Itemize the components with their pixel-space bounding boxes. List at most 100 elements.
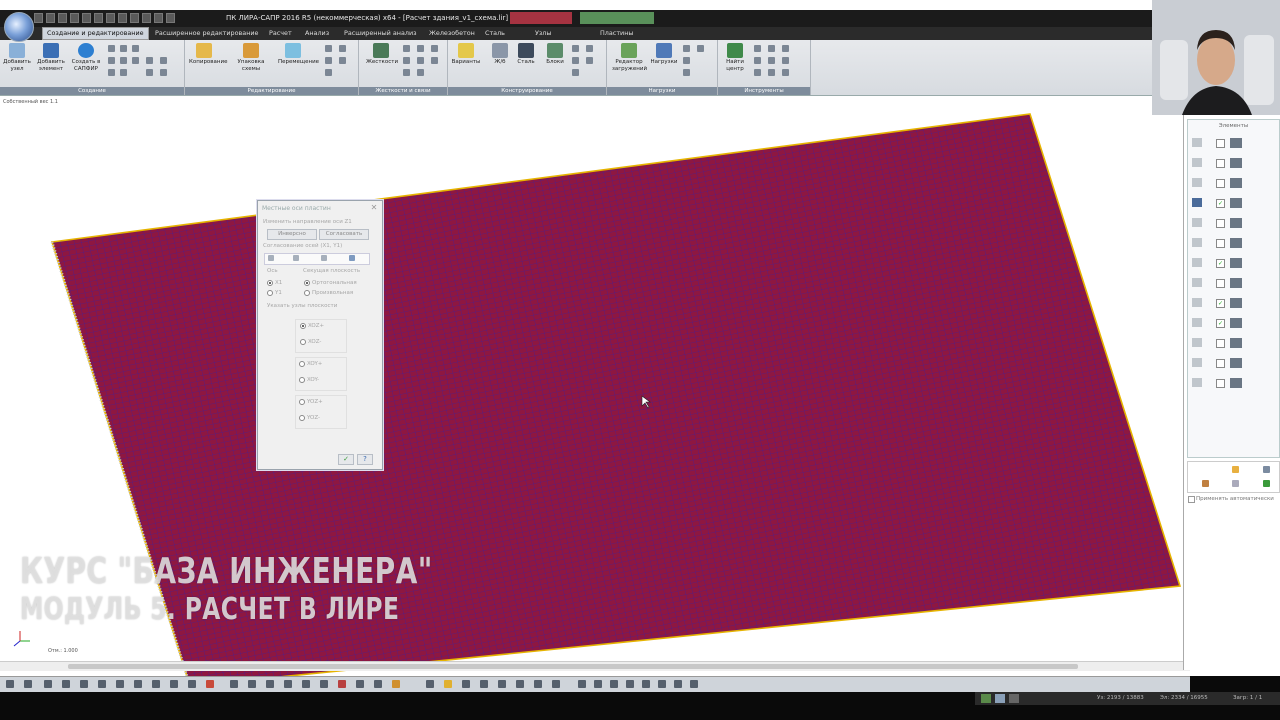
close-icon[interactable]: ✕ xyxy=(369,203,379,213)
layers-icon[interactable] xyxy=(130,13,139,23)
tool-icon[interactable] xyxy=(356,680,364,688)
help-button[interactable]: ? xyxy=(357,454,373,465)
small-tool-icon[interactable] xyxy=(586,57,593,64)
tab-calculation[interactable]: Расчет xyxy=(265,27,296,40)
view-icon[interactable] xyxy=(118,13,127,23)
select-icon[interactable] xyxy=(98,680,106,688)
radio-axis-x1[interactable] xyxy=(267,280,273,286)
move-button[interactable]: Перемещение xyxy=(278,43,319,66)
small-tool-icon[interactable] xyxy=(132,45,139,52)
small-tool-icon[interactable] xyxy=(339,45,346,52)
small-tool-icon[interactable] xyxy=(572,45,579,52)
scroll-thumb[interactable] xyxy=(68,664,1078,669)
print-icon[interactable] xyxy=(94,13,103,23)
small-tool-icon[interactable] xyxy=(108,57,115,64)
tool-icon[interactable] xyxy=(534,680,542,688)
add-node-button[interactable]: Добавить узел xyxy=(2,43,32,73)
filter-checkbox[interactable] xyxy=(1216,339,1225,348)
small-tool-icon[interactable] xyxy=(132,57,139,64)
bar-icon[interactable] xyxy=(1192,158,1202,167)
view-mode-icon[interactable] xyxy=(674,680,682,688)
grid-icon[interactable] xyxy=(44,680,52,688)
open-file-icon[interactable] xyxy=(46,13,55,23)
view-mode-icon[interactable] xyxy=(642,680,650,688)
new-file-icon[interactable] xyxy=(34,13,43,23)
small-tool-icon[interactable] xyxy=(697,45,704,52)
apply-button[interactable]: ✓ xyxy=(338,454,354,465)
more-icon[interactable] xyxy=(166,13,175,23)
small-tool-icon[interactable] xyxy=(417,45,424,52)
highlight-icon[interactable] xyxy=(206,680,214,688)
node-icon[interactable] xyxy=(116,680,124,688)
tools-icon[interactable] xyxy=(142,13,151,23)
horizontal-scrollbar[interactable] xyxy=(0,661,1190,671)
tool-icon[interactable] xyxy=(374,680,382,688)
filter-checkbox[interactable] xyxy=(1216,279,1225,288)
small-tool-icon[interactable] xyxy=(782,45,789,52)
tool-icon[interactable] xyxy=(444,680,452,688)
filter-checkbox[interactable]: ✓ xyxy=(1216,319,1225,328)
small-tool-icon[interactable] xyxy=(120,57,127,64)
small-tool-icon[interactable] xyxy=(431,57,438,64)
filter-icon[interactable] xyxy=(1232,480,1239,487)
tool-icon[interactable] xyxy=(284,680,292,688)
filter-checkbox[interactable]: ✓ xyxy=(1216,259,1225,268)
arrow-tool-icon[interactable] xyxy=(268,255,274,261)
tool-icon[interactable] xyxy=(426,680,434,688)
small-tool-icon[interactable] xyxy=(768,57,775,64)
view-mode-icon[interactable] xyxy=(610,680,618,688)
tool-icon[interactable] xyxy=(302,680,310,688)
filter-checkbox[interactable] xyxy=(1216,179,1225,188)
tool-icon[interactable] xyxy=(320,680,328,688)
mode-icon[interactable] xyxy=(981,694,991,703)
pencil-icon[interactable] xyxy=(1232,466,1239,473)
radio-plane-arbitrary[interactable] xyxy=(304,290,310,296)
tab-create-edit[interactable]: Создание и редактирование xyxy=(42,27,149,40)
pan-icon[interactable] xyxy=(24,680,32,688)
small-tool-icon[interactable] xyxy=(120,69,127,76)
tool-icon[interactable] xyxy=(462,680,470,688)
question-icon[interactable] xyxy=(1263,466,1270,473)
small-tool-icon[interactable] xyxy=(782,57,789,64)
plate-icon[interactable] xyxy=(1192,198,1202,207)
radio-xoz-plus[interactable] xyxy=(300,323,306,329)
arrow-icon[interactable] xyxy=(995,694,1005,703)
small-tool-icon[interactable] xyxy=(403,45,410,52)
filter-checkbox[interactable]: ✓ xyxy=(1216,299,1225,308)
filter-checkbox[interactable]: ✓ xyxy=(1216,199,1225,208)
view-mode-icon[interactable] xyxy=(658,680,666,688)
filter-checkbox[interactable] xyxy=(1216,359,1225,368)
radio-plane-ortho[interactable] xyxy=(304,280,310,286)
small-tool-icon[interactable] xyxy=(108,69,115,76)
stiffness-button[interactable]: Жесткости xyxy=(366,43,398,66)
settings-icon[interactable] xyxy=(106,13,115,23)
grid-icon[interactable] xyxy=(154,13,163,23)
small-tool-icon[interactable] xyxy=(120,45,127,52)
tab-advanced-analysis[interactable]: Расширенный анализ xyxy=(340,27,421,40)
find-center-button[interactable]: Найти центр xyxy=(720,43,750,73)
view-icon[interactable] xyxy=(170,680,178,688)
radio-xoy-plus[interactable] xyxy=(299,361,305,367)
tool-icon[interactable] xyxy=(498,680,506,688)
small-tool-icon[interactable] xyxy=(683,57,690,64)
small-tool-icon[interactable] xyxy=(431,45,438,52)
filter-checkbox[interactable] xyxy=(1216,219,1225,228)
small-tool-icon[interactable] xyxy=(572,69,579,76)
pack-scheme-button[interactable]: Упаковка схемы xyxy=(236,43,266,73)
tab-nodes[interactable]: Узлы xyxy=(531,27,555,40)
small-tool-icon[interactable] xyxy=(325,57,332,64)
filter-checkbox[interactable] xyxy=(1216,239,1225,248)
bar-icon[interactable] xyxy=(1192,138,1202,147)
layer-icon[interactable] xyxy=(188,680,196,688)
tab-rc[interactable]: Железобетон xyxy=(425,27,479,40)
invert-button[interactable]: Инверсно xyxy=(267,229,317,240)
bar-icon[interactable] xyxy=(1192,178,1202,187)
clear-tool-icon[interactable] xyxy=(349,255,355,261)
bar-icon[interactable] xyxy=(1192,318,1202,327)
radio-xoz-minus[interactable] xyxy=(300,339,306,345)
small-tool-icon[interactable] xyxy=(403,57,410,64)
small-tool-icon[interactable] xyxy=(160,57,167,64)
view-mode-icon[interactable] xyxy=(690,680,698,688)
loads-button[interactable]: Нагрузки xyxy=(649,43,679,66)
create-sapfir-button[interactable]: Создать в САПФИР xyxy=(71,43,101,73)
